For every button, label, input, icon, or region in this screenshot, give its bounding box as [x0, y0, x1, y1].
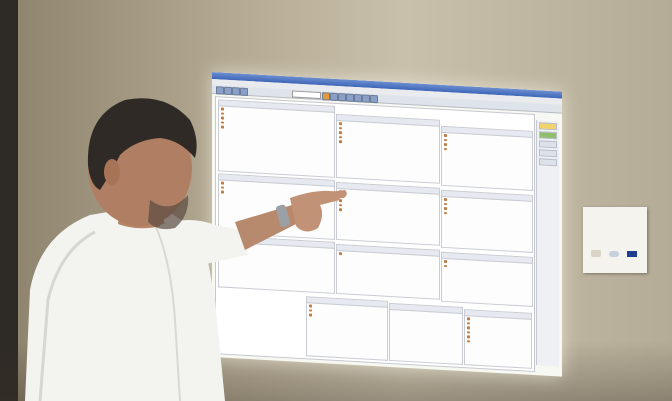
presenter	[25, 98, 347, 401]
photo-scene	[0, 0, 672, 401]
ear	[104, 159, 120, 185]
forearm	[235, 205, 300, 250]
